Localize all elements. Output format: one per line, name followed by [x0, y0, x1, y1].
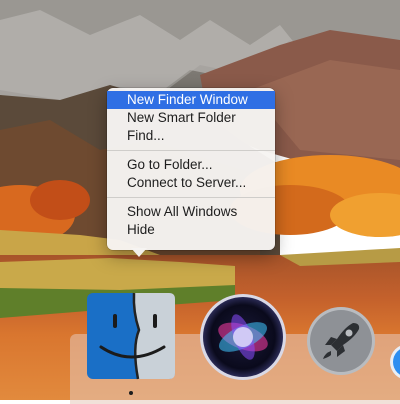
menu-item-find[interactable]: Find... — [107, 127, 275, 145]
menu-item-new-smart-folder[interactable]: New Smart Folder — [107, 109, 275, 127]
menu-pointer — [131, 248, 147, 257]
launchpad-icon[interactable] — [305, 305, 377, 377]
menu-separator — [107, 197, 275, 198]
menu-item-show-all-windows[interactable]: Show All Windows — [107, 203, 275, 221]
finder-dock-context-menu: New Finder Window New Smart Folder Find.… — [107, 88, 275, 250]
finder-icon[interactable] — [86, 292, 176, 380]
siri-icon[interactable] — [198, 292, 288, 382]
menu-item-go-to-folder[interactable]: Go to Folder... — [107, 156, 275, 174]
menu-separator — [107, 150, 275, 151]
menu-item-new-finder-window[interactable]: New Finder Window — [107, 91, 275, 109]
running-indicator — [129, 391, 133, 395]
menu-item-hide[interactable]: Hide — [107, 221, 275, 239]
menu-item-connect-to-server[interactable]: Connect to Server... — [107, 174, 275, 192]
safari-icon[interactable] — [386, 342, 400, 382]
